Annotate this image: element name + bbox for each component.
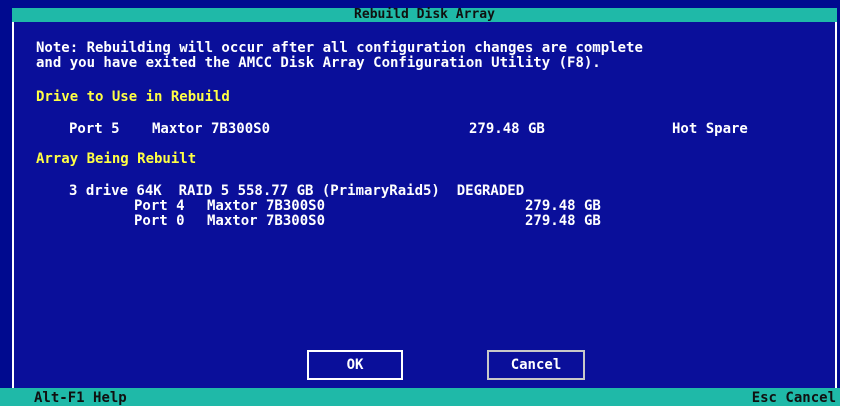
drive-section-heading: Drive to Use in Rebuild xyxy=(36,89,230,105)
drive-role: Hot Spare xyxy=(672,121,748,137)
cancel-shortcut[interactable]: Esc Cancel xyxy=(752,390,836,406)
drive-size: 279.48 GB xyxy=(469,121,545,137)
title-bar: Rebuild Disk Array xyxy=(0,0,840,22)
help-key: Alt-F1 xyxy=(34,390,85,406)
dialog-title: Rebuild Disk Array xyxy=(12,8,837,22)
ok-button[interactable]: OK xyxy=(307,350,403,380)
member-port: Port 4 xyxy=(134,198,185,214)
help-shortcut[interactable]: Alt-F1 Help xyxy=(34,390,127,406)
esc-key: Esc xyxy=(751,390,777,406)
esc-label: Cancel xyxy=(785,390,836,406)
array-section-heading: Array Being Rebuilt xyxy=(36,151,197,167)
array-summary: 3 drive 64K RAID 5 558.77 GB (PrimaryRai… xyxy=(69,183,525,199)
member-model: Maxtor 7B300S0 xyxy=(207,198,326,214)
bios-screen: Rebuild Disk Array Note: Rebuilding will… xyxy=(0,0,840,406)
member-size: 279.48 GB xyxy=(525,213,601,229)
note-line-2: and you have exited the AMCC Disk Array … xyxy=(36,55,601,71)
rebuild-dialog: Note: Rebuilding will occur after all co… xyxy=(12,22,837,388)
drive-port: Port 5 xyxy=(69,121,120,137)
member-size: 279.48 GB xyxy=(525,198,601,214)
member-port: Port 0 xyxy=(134,213,185,229)
drive-model: Maxtor 7B300S0 xyxy=(152,121,271,137)
cancel-button[interactable]: Cancel xyxy=(487,350,585,380)
status-bar: Alt-F1 Help Esc Cancel xyxy=(0,388,840,406)
help-label: Help xyxy=(93,390,127,406)
member-model: Maxtor 7B300S0 xyxy=(207,213,326,229)
note-line-1: Note: Rebuilding will occur after all co… xyxy=(36,40,643,56)
